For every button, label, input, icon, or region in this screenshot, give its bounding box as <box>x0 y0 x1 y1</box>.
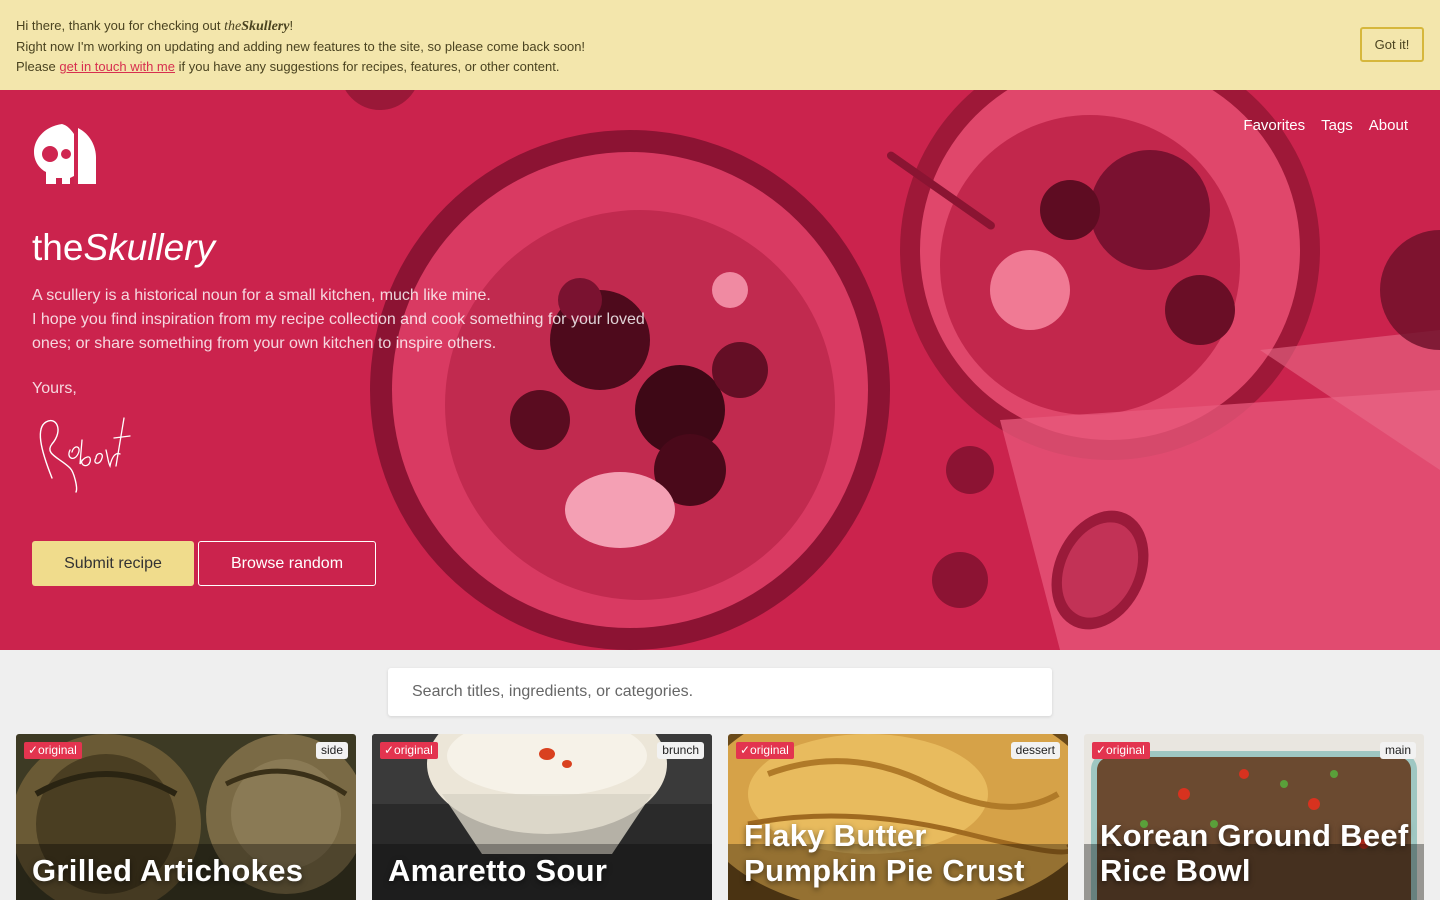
submit-recipe-button[interactable]: Submit recipe <box>32 541 194 586</box>
closing-text: Yours, <box>32 380 77 397</box>
original-badge: ✓original <box>736 742 794 759</box>
recipe-card-korean-beef-bowl[interactable]: ✓original main Korean Ground Beef Rice B… <box>1084 734 1424 900</box>
main-nav: Favorites Tags About <box>1243 117 1408 134</box>
browse-random-button[interactable]: Browse random <box>198 541 376 586</box>
contact-link[interactable]: get in touch with me <box>59 59 175 74</box>
hero-section: Favorites Tags About theSkullery A scull… <box>0 90 1440 650</box>
intro-line-2: I hope you find inspiration from my reci… <box>32 311 645 352</box>
recipe-title: Korean Ground Beef Rice Bowl <box>1100 818 1409 888</box>
notice-line-3: Please get in touch with me if you have … <box>16 59 560 74</box>
category-tag[interactable]: side <box>315 742 348 759</box>
got-it-button[interactable]: Got it! <box>1360 27 1424 62</box>
recipe-card-amaretto-sour[interactable]: ✓original brunch Amaretto Sour <box>372 734 712 900</box>
brand-title: theSkullery <box>32 227 216 268</box>
recipe-search-input[interactable] <box>388 668 1052 716</box>
intro-line-1: A scullery is a historical noun for a sm… <box>32 287 491 304</box>
recipe-title: Grilled Artichokes <box>32 853 304 888</box>
recipe-card-pumpkin-pie-crust[interactable]: ✓original dessert Flaky Butter Pumpkin P… <box>728 734 1068 900</box>
category-tag[interactable]: brunch <box>657 742 704 759</box>
nav-item-about[interactable]: About <box>1369 117 1408 134</box>
category-tag[interactable]: dessert <box>1010 742 1060 759</box>
signature-image <box>39 417 131 493</box>
intro-text: A scullery is a historical noun for a sm… <box>32 284 652 356</box>
original-badge: ✓original <box>380 742 438 759</box>
skull-logo-icon[interactable] <box>32 122 96 186</box>
notice-line-1: Hi there, thank you for checking out the… <box>16 18 294 34</box>
notice-line-2: Right now I'm working on updating and ad… <box>16 39 586 54</box>
recipe-title: Amaretto Sour <box>388 853 608 888</box>
recipe-title: Flaky Butter Pumpkin Pie Crust <box>744 818 1025 888</box>
nav-item-tags[interactable]: Tags <box>1321 117 1353 134</box>
recipe-card-grilled-artichokes[interactable]: ✓original side Grilled Artichokes <box>16 734 356 900</box>
category-tag[interactable]: main <box>1379 742 1416 759</box>
original-badge: ✓original <box>1092 742 1150 759</box>
notice-message: Hi there, thank you for checking out the… <box>16 16 585 77</box>
notice-banner: Hi there, thank you for checking out the… <box>0 0 1440 90</box>
original-badge: ✓original <box>24 742 82 759</box>
notice-brand: theSkullery <box>224 19 290 34</box>
nav-item-favorites[interactable]: Favorites <box>1243 117 1305 134</box>
